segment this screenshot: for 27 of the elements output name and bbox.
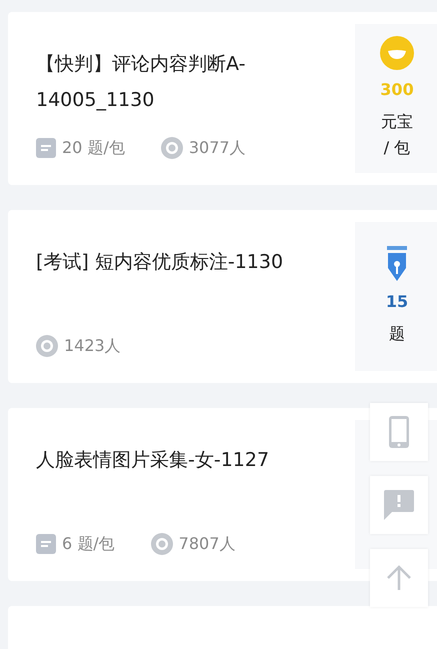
eye-icon (160, 137, 183, 159)
reward-amount: 300 (380, 80, 414, 99)
question-count: 6 题/包 (62, 534, 115, 554)
eye-icon (150, 533, 173, 555)
task-card[interactable]: 【快判】评论内容判断A-14005_1130 20 题/包 3077人 300 元宝 / 包 (8, 12, 437, 185)
document-icon (36, 138, 56, 158)
feedback-button[interactable] (370, 476, 428, 534)
arrow-up-icon (386, 565, 412, 591)
reward-amount: 15 (386, 292, 408, 311)
eye-icon (36, 335, 58, 357)
ingot-icon (380, 36, 414, 70)
phone-button[interactable] (370, 403, 428, 461)
message-icon (384, 490, 414, 520)
task-title: [考试] 短内容优质标注-1130 (36, 250, 284, 275)
task-title: 【快判】评论内容判断A-14005_1130 (36, 52, 246, 113)
back-to-top-button[interactable] (370, 549, 428, 607)
view-count: 3077人 (188, 138, 246, 158)
task-card[interactable]: [考试] 短内容优质标注-1130 1423人 15 题 (8, 210, 437, 383)
document-icon (36, 534, 56, 554)
view-count: 1423人 (64, 336, 121, 356)
question-count: 20 题/包 (62, 138, 125, 158)
phone-icon (389, 416, 409, 448)
reward-unit: 元宝 / 包 (380, 111, 414, 159)
reward-unit: 题 (388, 323, 406, 345)
task-title: 人脸表情图片采集-女-1127 (36, 448, 270, 473)
view-count: 7807人 (178, 534, 236, 554)
pen-nib-icon (385, 246, 409, 282)
